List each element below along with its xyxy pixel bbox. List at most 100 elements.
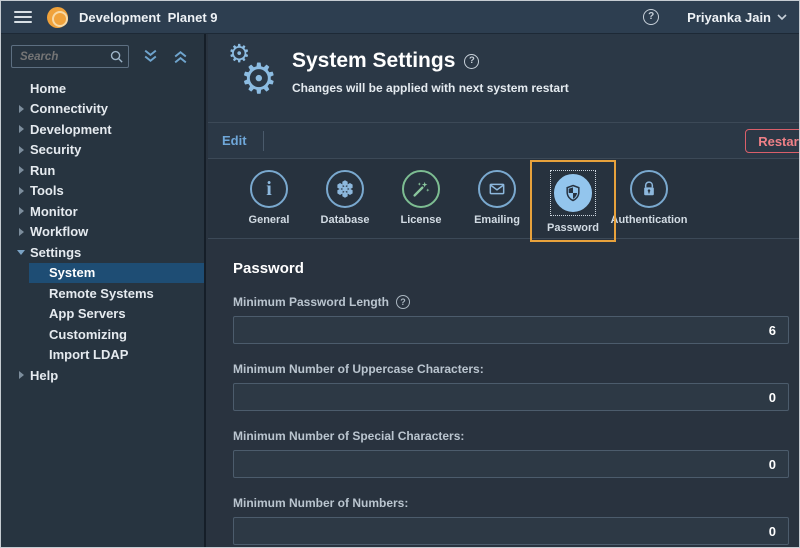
field-label-text: Minimum Number of Special Characters: <box>233 429 465 443</box>
expand-all-icon[interactable] <box>142 48 159 65</box>
envelope-icon <box>478 170 516 208</box>
sidebar-item-import-ldap[interactable]: Import LDAP <box>1 345 204 366</box>
big-gear-icon: ⚙ <box>240 55 278 102</box>
tab-license[interactable]: License <box>383 159 459 238</box>
tab-label: Password <box>547 222 599 234</box>
page-title: System Settings <box>292 49 456 72</box>
system-settings-gears-icon: ⚙ ⚙ <box>228 42 286 112</box>
tab-label: License <box>400 214 442 226</box>
sidebar-item-help[interactable]: Help <box>1 365 204 386</box>
page-header: ⚙ ⚙ System Settings ? Changes will be ap… <box>208 34 799 123</box>
app-window: Development Planet 9 ? Priyanka Jain Sea… <box>0 0 800 548</box>
field-label-text: Minimum Number of Uppercase Characters: <box>233 362 484 376</box>
min-numbers-input[interactable] <box>233 517 789 545</box>
title-help-icon[interactable]: ? <box>464 53 480 69</box>
planet9-logo-icon <box>47 6 68 28</box>
edit-button[interactable]: Edit <box>222 133 247 148</box>
nav-label: Tools <box>30 183 64 199</box>
user-menu[interactable]: Priyanka Jain <box>687 10 787 25</box>
tab-password[interactable]: Password <box>530 159 616 242</box>
hamburger-menu-icon[interactable] <box>14 11 32 23</box>
chevron-right-icon <box>18 125 24 134</box>
section-title: Password <box>233 260 304 277</box>
chevron-right-icon <box>18 207 24 216</box>
shield-icon <box>554 174 592 212</box>
nav-label: Help <box>30 367 59 383</box>
field-label-text: Minimum Number of Numbers: <box>233 496 409 510</box>
environment-label: Development <box>79 9 161 25</box>
nav-label: Workflow <box>30 224 89 240</box>
nav-label: Run <box>30 162 56 178</box>
nav-label: Home <box>30 80 67 96</box>
min-password-length-input[interactable] <box>233 316 789 344</box>
chevron-right-icon <box>18 145 24 154</box>
tab-general[interactable]: i General <box>231 159 307 238</box>
settings-tab-strip: i General Database License Emailing Pass… <box>208 159 799 242</box>
tab-label: Emailing <box>474 214 520 226</box>
search-box <box>11 45 129 68</box>
min-special-input[interactable] <box>233 450 789 478</box>
info-glyph: i <box>266 177 272 200</box>
chevron-down-icon <box>777 13 787 20</box>
nav-label: Import LDAP <box>49 347 129 363</box>
nav-label: Monitor <box>30 203 78 219</box>
field-label-min-numbers: Minimum Number of Numbers: <box>233 496 789 510</box>
chevron-right-icon <box>18 166 24 175</box>
tab-authentication[interactable]: Authentication <box>610 159 688 238</box>
nav-label: App Servers <box>49 306 126 322</box>
help-icon[interactable]: ? <box>643 9 660 25</box>
sidebar-item-system[interactable]: System <box>1 262 204 283</box>
collapse-all-icon[interactable] <box>172 48 189 65</box>
nav-label: Development <box>30 121 112 137</box>
toolbar-divider <box>262 130 264 151</box>
nav-label: System <box>49 265 96 281</box>
chevron-right-icon <box>18 371 24 380</box>
restart-button[interactable]: Restart <box>745 129 799 153</box>
sidebar-item-run[interactable]: Run <box>1 160 204 181</box>
field-label-text: Minimum Password Length <box>233 295 390 309</box>
password-settings-form: Password Minimum Password Length ? Minim… <box>208 239 799 545</box>
sidebar-item-development[interactable]: Development <box>1 119 204 140</box>
sidebar-item-home[interactable]: Home <box>1 78 204 99</box>
product-label: Planet 9 <box>167 9 218 25</box>
nav-label: Settings <box>30 244 82 260</box>
sidebar-item-monitor[interactable]: Monitor <box>1 201 204 222</box>
top-bar: Development Planet 9 ? Priyanka Jain <box>1 1 799 34</box>
database-icon <box>326 170 364 208</box>
search-icon[interactable] <box>109 49 124 69</box>
min-uppercase-input[interactable] <box>233 383 789 411</box>
magic-wand-icon <box>402 170 440 208</box>
sidebar-item-remote-systems[interactable]: Remote Systems <box>1 283 204 304</box>
sidebar-item-tools[interactable]: Tools <box>1 181 204 202</box>
field-label-min-special: Minimum Number of Special Characters: <box>233 429 789 443</box>
chevron-right-icon <box>18 186 24 195</box>
main-content: ⚙ ⚙ System Settings ? Changes will be ap… <box>208 34 799 547</box>
tab-label: Authentication <box>610 214 688 226</box>
tab-label: Database <box>320 214 370 226</box>
chevron-right-icon <box>18 104 24 113</box>
sidebar-item-customizing[interactable]: Customizing <box>1 324 204 345</box>
lock-icon <box>630 170 668 208</box>
sidebar: Home Connectivity Development Security R… <box>1 34 206 547</box>
chevron-right-icon <box>18 227 24 236</box>
tab-label: General <box>248 214 290 226</box>
tab-database[interactable]: Database <box>307 159 383 238</box>
info-icon: i <box>250 170 288 208</box>
sidebar-item-connectivity[interactable]: Connectivity <box>1 99 204 120</box>
sidebar-item-workflow[interactable]: Workflow <box>1 222 204 243</box>
chevron-down-icon <box>17 249 25 255</box>
page-subtitle: Changes will be applied with next system… <box>292 81 569 95</box>
nav-label: Remote Systems <box>49 285 154 301</box>
nav-label: Customizing <box>49 326 127 342</box>
field-label-min-password-length: Minimum Password Length ? <box>233 295 789 309</box>
user-name-label: Priyanka Jain <box>687 9 771 25</box>
navigation-tree: Home Connectivity Development Security R… <box>1 78 204 386</box>
field-label-min-uppercase: Minimum Number of Uppercase Characters: <box>233 362 789 376</box>
sidebar-item-app-servers[interactable]: App Servers <box>1 304 204 325</box>
nav-label: Security <box>30 142 82 158</box>
sidebar-item-settings[interactable]: Settings <box>1 242 204 263</box>
tab-emailing[interactable]: Emailing <box>459 159 535 238</box>
sidebar-item-security[interactable]: Security <box>1 140 204 161</box>
nav-label: Connectivity <box>30 101 109 117</box>
field-help-icon[interactable]: ? <box>396 295 411 309</box>
